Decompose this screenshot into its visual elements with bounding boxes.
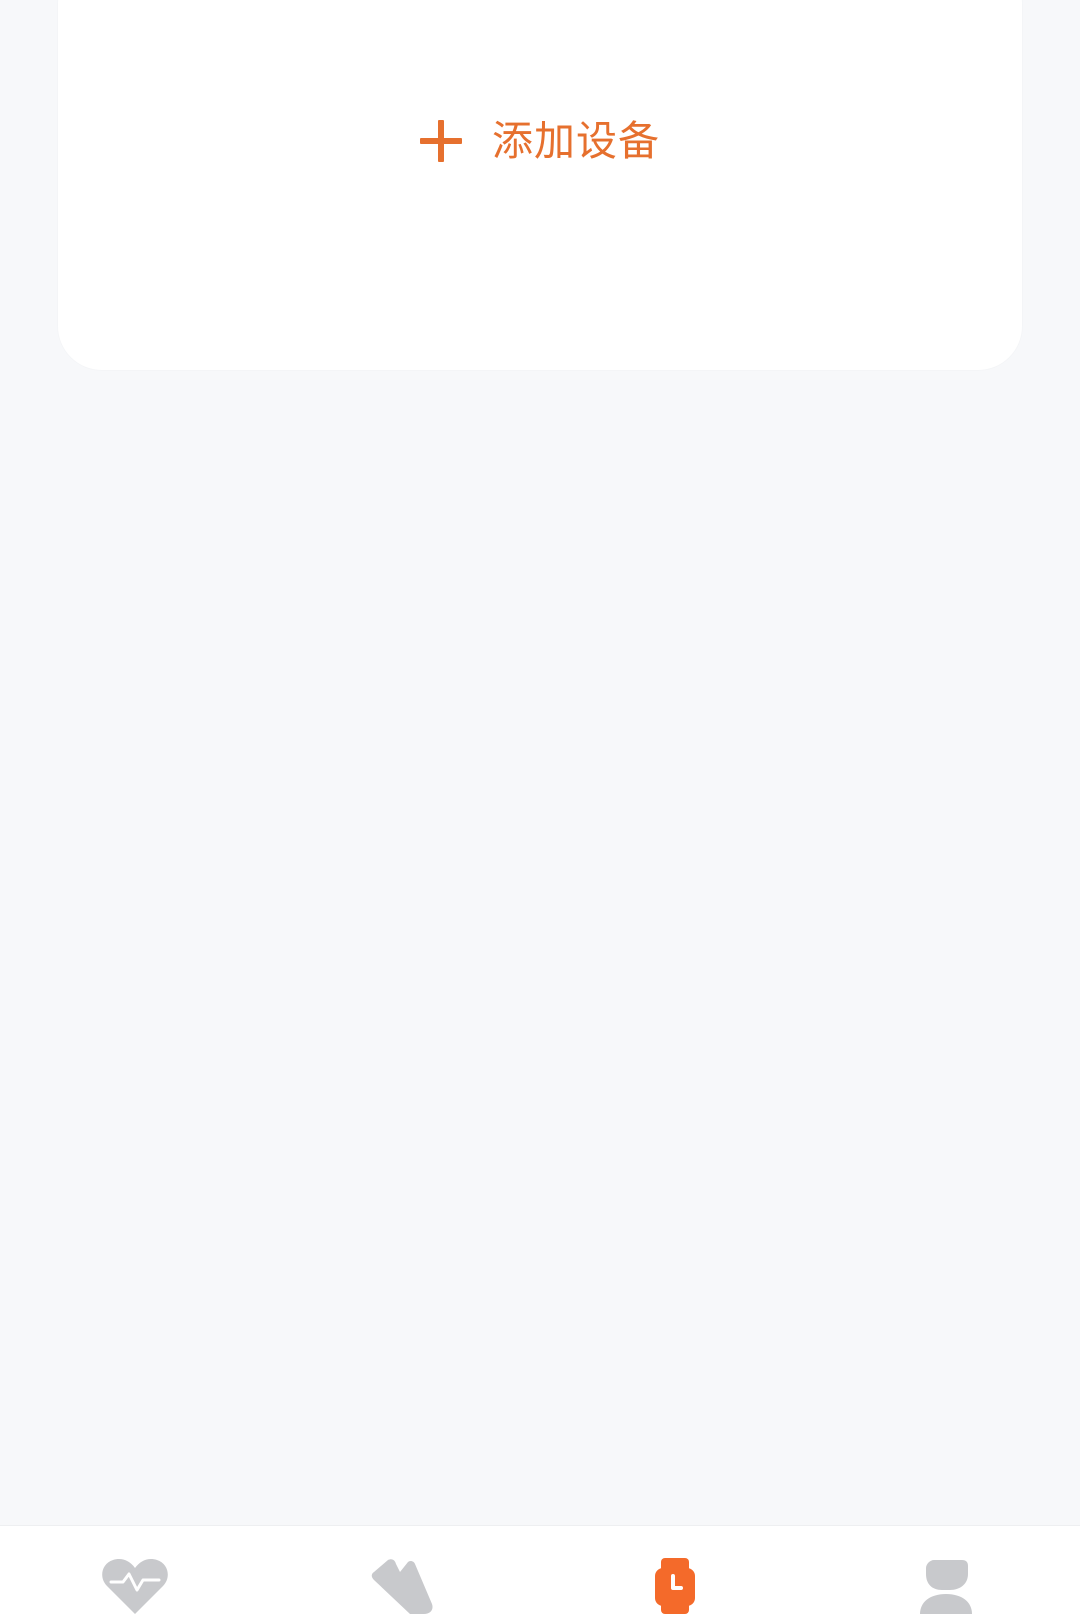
device-screen: 添加设备 [0,0,1080,1614]
plus-icon [420,120,462,162]
tab-device[interactable] [615,1526,735,1614]
add-device-button[interactable]: 添加设备 [420,120,660,162]
user-icon [920,1560,972,1614]
tab-health[interactable] [75,1526,195,1614]
watch-icon [655,1558,695,1614]
add-device-label: 添加设备 [492,116,660,165]
tab-exercise[interactable] [345,1526,465,1614]
shoe-icon [371,1559,433,1614]
add-device-card[interactable]: 添加设备 [58,0,1022,370]
tab-profile[interactable] [886,1526,1006,1614]
bottom-tab-bar [0,1525,1080,1614]
heart-pulse-icon [102,1558,168,1614]
